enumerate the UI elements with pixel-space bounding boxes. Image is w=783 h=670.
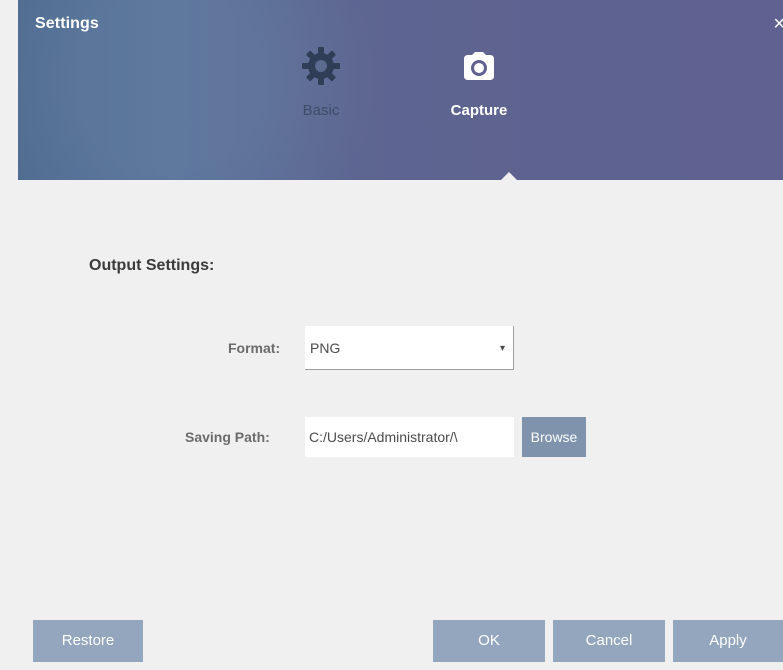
window-title: Settings [35,15,99,32]
format-label: Format: [228,340,281,356]
format-select[interactable]: PNG ▾ [305,326,514,370]
tab-capture-label: Capture [450,102,508,119]
close-icon[interactable]: × [773,14,783,34]
saving-path-label: Saving Path: [185,429,270,445]
tab-basic-label: Basic [302,102,340,119]
cancel-button[interactable]: Cancel [553,620,665,662]
tab-basic[interactable]: Basic [276,45,366,135]
apply-button[interactable]: Apply [673,620,783,662]
settings-window: Settings × Basic Capture Output Settings… [0,0,783,670]
output-settings-heading: Output Settings: [89,257,215,274]
settings-header: Settings × Basic Capture [18,0,783,180]
camera-icon [458,45,500,87]
tab-capture[interactable]: Capture [434,45,524,135]
restore-button[interactable]: Restore [33,620,143,662]
browse-button[interactable]: Browse [522,417,586,457]
format-selected-value: PNG [310,340,341,356]
chevron-down-icon: ▾ [499,343,505,354]
active-tab-indicator [501,172,517,180]
saving-path-input[interactable]: C:/Users/Administrator/\ [305,417,514,457]
gear-icon [300,45,342,87]
ok-button[interactable]: OK [433,620,545,662]
